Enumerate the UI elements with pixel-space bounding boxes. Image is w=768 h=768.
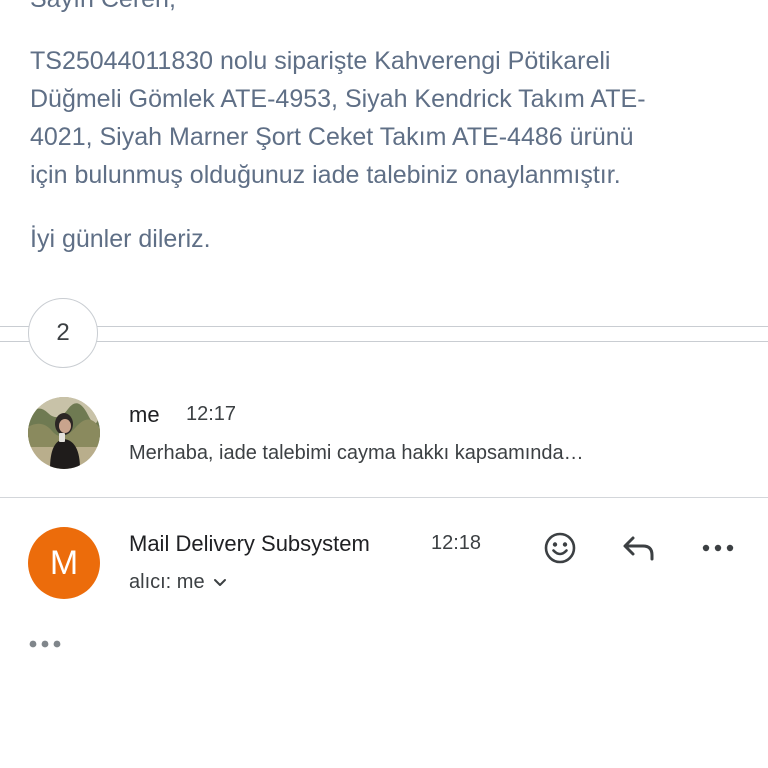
recipient-details-toggle[interactable]: alıcı: me — [129, 571, 227, 594]
emoji-reaction-button[interactable] — [538, 526, 582, 570]
show-trimmed-content-button[interactable] — [28, 633, 64, 655]
email-thread: Sayın Ceren, TS25044011830 nolu siparişt… — [0, 0, 768, 768]
closing-text: İyi günler dileriz. — [30, 225, 211, 253]
paragraph-line: 4021, Siyah Marner Şort Ceket Takım ATE-… — [30, 123, 634, 151]
recipient-label: alıcı: me — [129, 571, 205, 593]
message-divider — [0, 497, 768, 498]
smiley-face-icon — [544, 532, 576, 564]
avatar — [28, 397, 100, 469]
chevron-down-icon — [213, 578, 226, 586]
more-horizontal-icon — [702, 544, 734, 552]
paragraph-line: TS25044011830 nolu siparişte Kahverengi … — [30, 47, 611, 75]
reply-button[interactable] — [617, 526, 661, 570]
reply-arrow-icon — [623, 536, 654, 561]
collapsed-divider-bottom — [0, 341, 768, 342]
avatar: M — [28, 527, 100, 599]
message-time: 12:18 — [431, 532, 482, 554]
profile-photo-icon — [28, 397, 100, 469]
collapsed-messages-button[interactable]: 2 — [28, 298, 98, 368]
message-snippet: Merhaba, iade talebimi cayma hakkı kapsa… — [129, 442, 584, 464]
sender-name: me — [129, 402, 160, 427]
message-paragraph: TS25044011830 nolu siparişte Kahverengi … — [30, 42, 646, 194]
greeting-text: Sayın Ceren, — [30, 0, 176, 18]
sender-name: Mail Delivery Subsystem — [129, 531, 370, 556]
paragraph-line: için bulunmuş olduğunuz iade talebiniz o… — [30, 161, 621, 189]
collapsed-divider-top — [0, 326, 768, 327]
message-time: 12:17 — [186, 403, 237, 425]
trimmed-content-dots-icon — [29, 640, 61, 648]
paragraph-line: Düğmeli Gömlek ATE-4953, Siyah Kendrick … — [30, 85, 646, 113]
more-options-button[interactable] — [696, 526, 740, 570]
